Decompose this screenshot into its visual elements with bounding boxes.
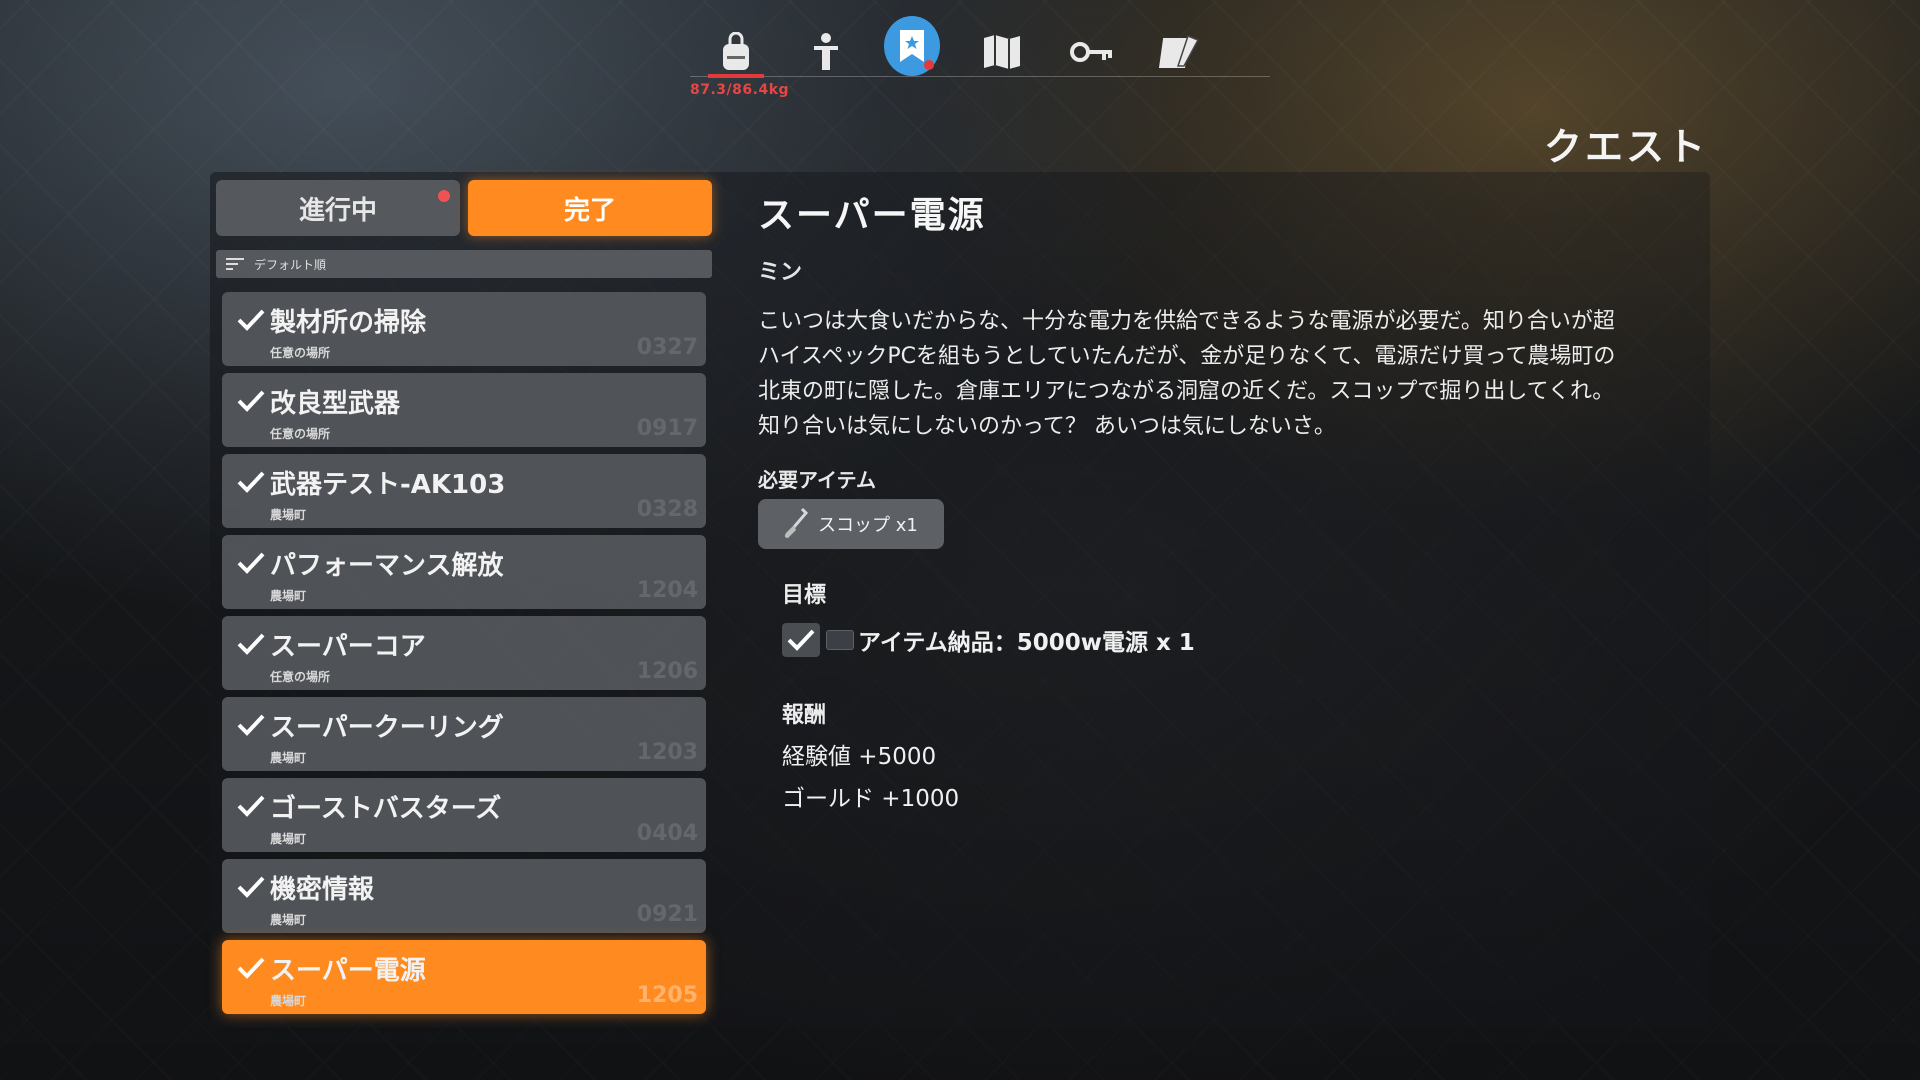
tab-notification-dot <box>438 190 450 202</box>
reward-exp: 経験値 +5000 <box>782 744 937 770</box>
quest-list-item[interactable]: スーパークーリング農場町 1203 <box>222 697 706 771</box>
quest-id: 0327 <box>636 335 698 360</box>
quest-list-item[interactable]: スーパー電源農場町 1205 <box>222 940 706 1014</box>
quest-location: 任意の場所 <box>270 346 331 360</box>
quest-list: 製材所の掃除 任意の場所 0327 改良型武器 任意の場所 0917 武器テスト-AK103… <box>222 292 706 1021</box>
quest-location: 農場町 <box>270 913 307 927</box>
power-supply-icon <box>826 630 854 650</box>
check-icon <box>236 713 266 737</box>
quest-name: ゴーストバスターズ <box>270 794 502 824</box>
quest-list-item[interactable]: ゴーストバスターズ農場町 0404 <box>222 778 706 852</box>
notes-icon[interactable] <box>1152 28 1208 76</box>
quest-tabs: 進行中 完了 <box>216 180 714 236</box>
shovel-icon <box>784 507 809 538</box>
check-icon <box>236 551 266 575</box>
inventory-weight-underline <box>708 74 764 78</box>
quest-id: 0328 <box>636 497 698 522</box>
objective-check-icon <box>782 623 820 657</box>
character-icon[interactable] <box>798 28 854 76</box>
check-icon <box>236 389 266 413</box>
quest-name: 製材所の掃除 <box>270 308 427 338</box>
quest-list-item[interactable]: スーパーコア任意の場所 1206 <box>222 616 706 690</box>
quest-list-item[interactable]: 製材所の掃除任意の場所 0327 <box>222 292 706 366</box>
quest-location: 任意の場所 <box>270 670 331 684</box>
quest-name: 改良型武器 <box>270 389 401 419</box>
check-icon <box>236 794 266 818</box>
quest-name: 武器テスト-AK103 <box>270 470 506 500</box>
quest-id: 1204 <box>636 578 698 603</box>
quest-name: 機密情報 <box>270 875 375 905</box>
quest-giver: ミン <box>758 260 803 285</box>
quest-location: 農場町 <box>270 994 307 1008</box>
quest-id: 0404 <box>636 821 698 846</box>
sort-icon <box>226 258 244 270</box>
tab-in-progress-label: 進行中 <box>298 195 377 226</box>
objective-label: 目標 <box>782 583 827 608</box>
carry-weight: 87.3/86.4kg <box>690 82 790 98</box>
quest-id: 1205 <box>636 983 698 1008</box>
quest-name: パフォーマンス解放 <box>270 551 504 581</box>
quest-list-item[interactable]: 機密情報農場町 0921 <box>222 859 706 933</box>
quest-location: 農場町 <box>270 751 307 765</box>
reward-label: 報酬 <box>782 703 827 728</box>
check-icon <box>236 308 266 332</box>
objective-section: 目標 アイテム納品：5000w電源 x 1 報酬 経験値 +5000 ゴールド … <box>782 577 1708 813</box>
quest-location: 任意の場所 <box>270 427 331 441</box>
quest-name: スーパー電源 <box>270 956 426 986</box>
quest-id: 0917 <box>636 416 698 441</box>
quest-title: スーパー電源 <box>758 195 986 236</box>
top-menu-bar: 87.3/86.4kg <box>690 16 1270 98</box>
quest-location: 農場町 <box>270 508 307 522</box>
sort-dropdown[interactable]: デフォルト順 <box>216 250 712 278</box>
quest-detail: スーパー電源 ミン こいつは大食いだからな、十分な電力を供給できるような電源が必… <box>758 186 1708 813</box>
quest-name: スーパーコア <box>270 632 426 662</box>
required-item-shovel[interactable]: スコップ x1 <box>758 499 944 549</box>
top-menu-divider <box>690 76 1270 77</box>
required-item-label: スコップ x1 <box>818 515 918 536</box>
map-icon[interactable] <box>974 28 1030 76</box>
check-icon <box>236 875 266 899</box>
check-icon <box>236 956 266 980</box>
quest-description: こいつは大食いだからな、十分な電力を供給できるような電源が必要だ。知り合いが超 … <box>758 309 1616 439</box>
quest-location: 農場町 <box>270 589 307 603</box>
quest-list-item[interactable]: 武器テスト-AK103 農場町 0328 <box>222 454 706 528</box>
tab-in-progress[interactable]: 進行中 <box>216 180 460 236</box>
quest-icon[interactable] <box>884 16 940 76</box>
check-icon <box>236 632 266 656</box>
required-items-label: 必要アイテム <box>758 468 876 492</box>
backpack-icon[interactable] <box>708 28 764 76</box>
quest-list-item[interactable]: パフォーマンス解放農場町 1204 <box>222 535 706 609</box>
quest-id: 1206 <box>636 659 698 684</box>
quest-list-item[interactable]: 改良型武器任意の場所 0917 <box>222 373 706 447</box>
quest-tab-active <box>884 16 940 76</box>
tab-completed[interactable]: 完了 <box>468 180 712 236</box>
sort-label: デフォルト順 <box>254 257 327 272</box>
reward-gold: ゴールド +1000 <box>782 786 960 812</box>
quest-id: 1203 <box>636 740 698 765</box>
quest-name: スーパークーリング <box>270 713 504 743</box>
tab-completed-label: 完了 <box>563 195 616 226</box>
quest-location: 農場町 <box>270 832 307 846</box>
objective-text: アイテム納品：5000w電源 x 1 <box>858 630 1195 656</box>
quest-id: 0921 <box>636 902 698 927</box>
quest-notification-dot <box>924 60 934 70</box>
section-title: クエスト <box>1543 125 1708 169</box>
objective-row: アイテム納品：5000w電源 x 1 <box>782 623 1708 657</box>
check-icon <box>236 470 266 494</box>
key-icon[interactable] <box>1064 28 1120 76</box>
